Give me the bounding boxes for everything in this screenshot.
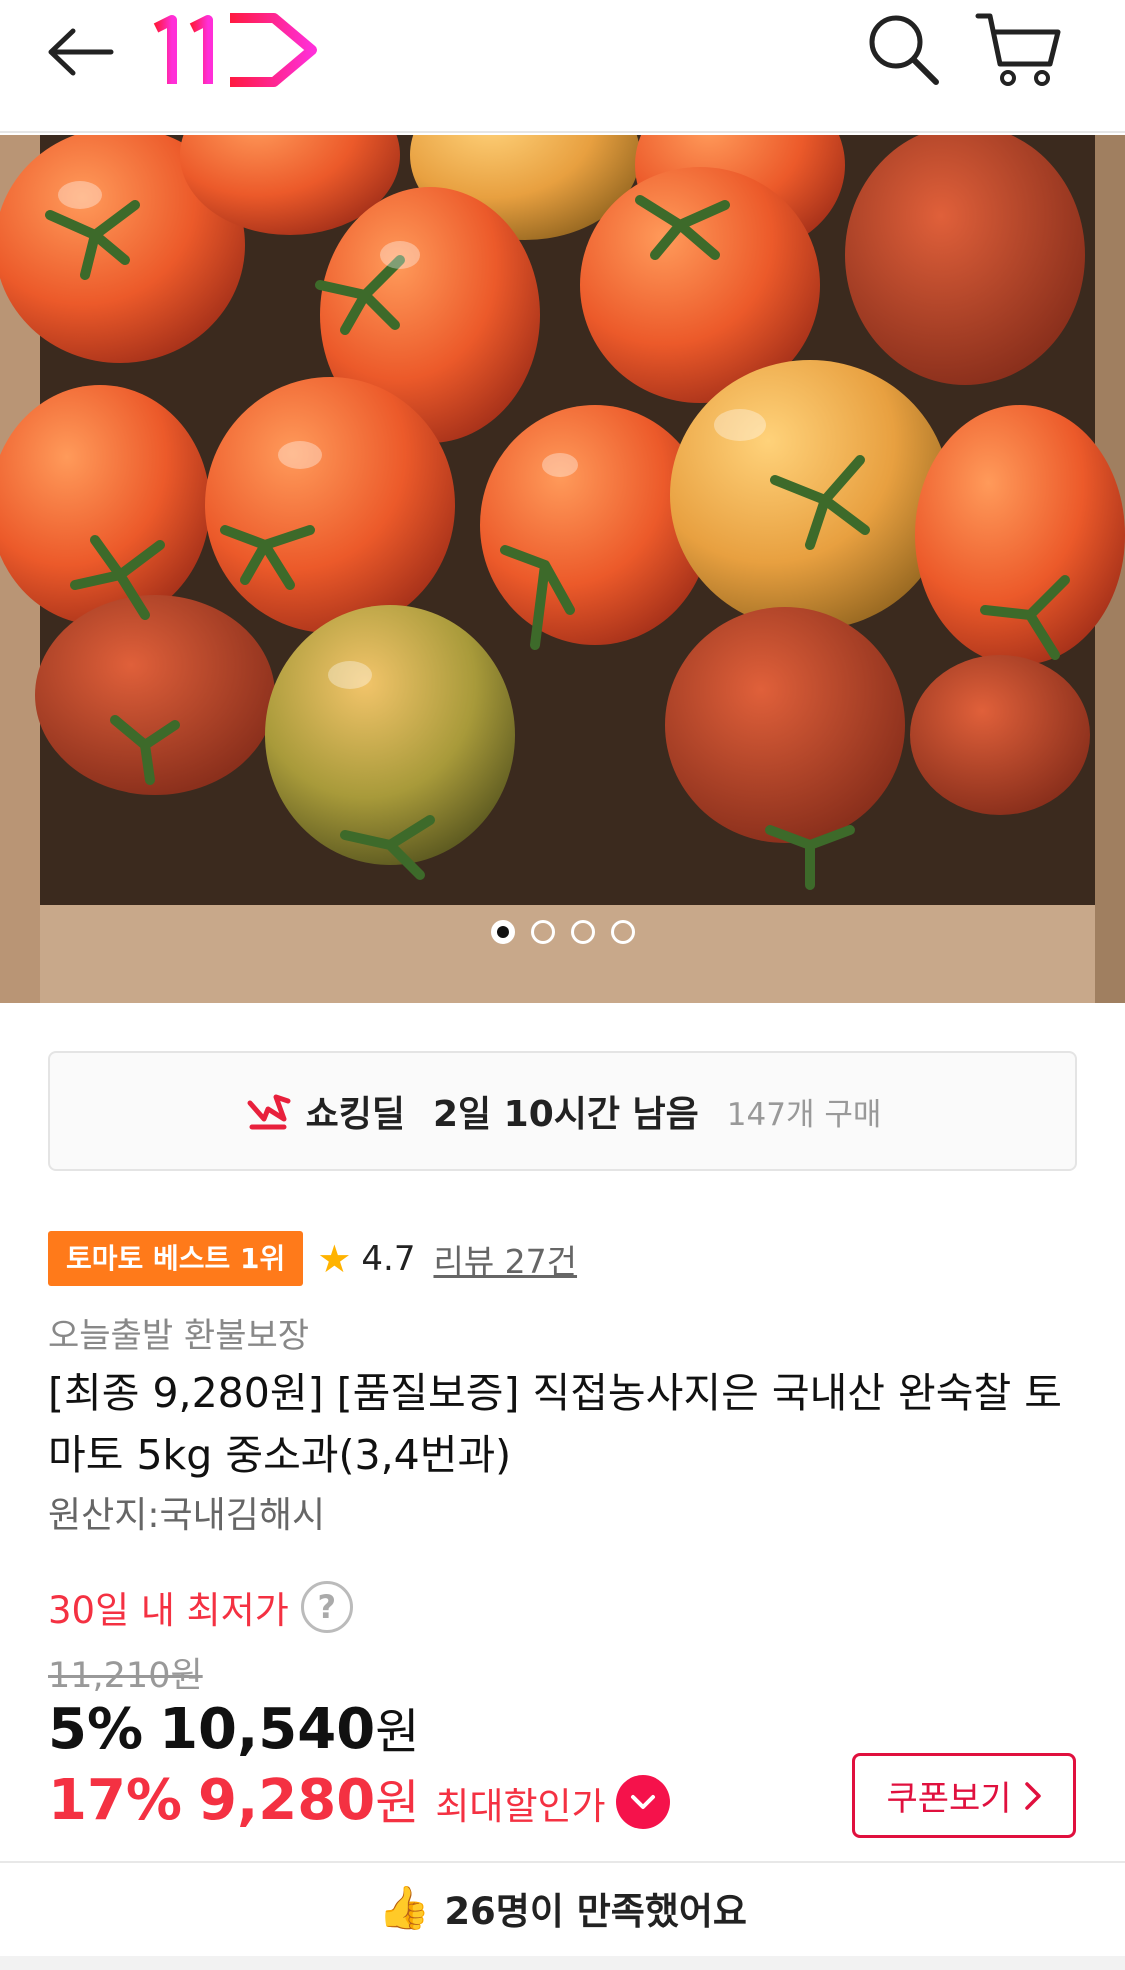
bottom-divider bbox=[0, 1956, 1125, 1970]
lowest-price-row: 30일 내 최저가 ? bbox=[48, 1580, 353, 1634]
badge-rating-row: 토마토 베스트 1위 ★ 4.7 리뷰 27건 bbox=[48, 1231, 577, 1286]
currency-unit: 원 bbox=[375, 1775, 420, 1831]
satisfaction-banner[interactable]: 👍 26명이 만족했어요 bbox=[0, 1863, 1125, 1953]
search-button[interactable] bbox=[862, 8, 944, 88]
rating-value: 4.7 bbox=[361, 1238, 416, 1279]
sale-discount-percent: 5% bbox=[48, 1697, 144, 1762]
pagination-dot[interactable] bbox=[570, 920, 595, 944]
purchase-count: 147개 구매 bbox=[726, 1096, 882, 1133]
best-rank-badge[interactable]: 토마토 베스트 1위 bbox=[48, 1231, 304, 1286]
pagination-dot[interactable] bbox=[530, 920, 555, 944]
product-origin: 원산지:국내김해시 bbox=[48, 1495, 326, 1536]
lowest-price-label: 30일 내 최저가 bbox=[48, 1589, 289, 1632]
max-discount-label: 최대할인가 bbox=[435, 1785, 606, 1828]
pagination-dot[interactable] bbox=[490, 920, 515, 944]
shocking-deal-banner[interactable]: 쇼킹딜 2일 10시간 남음 147개 구매 bbox=[48, 1051, 1077, 1171]
logo-11st-icon bbox=[153, 13, 317, 87]
sale-price-row: 5% 10,540 원 bbox=[48, 1692, 419, 1762]
cart-button[interactable] bbox=[974, 8, 1064, 88]
star-icon: ★ bbox=[317, 1236, 352, 1281]
original-price: 11,210원 bbox=[48, 1656, 203, 1696]
review-count-link[interactable]: 리뷰 27건 bbox=[433, 1235, 577, 1283]
help-icon[interactable]: ? bbox=[300, 1581, 353, 1633]
thumbs-up-icon: 👍 bbox=[378, 1883, 431, 1932]
currency-unit: 원 bbox=[375, 1704, 420, 1760]
final-discount-percent: 17% bbox=[48, 1768, 183, 1833]
back-button[interactable] bbox=[40, 16, 120, 88]
shocking-deal-icon bbox=[247, 1094, 291, 1130]
image-pagination[interactable] bbox=[0, 917, 1125, 947]
cart-icon bbox=[975, 13, 1061, 86]
satisfaction-text: 26명이 만족했어요 bbox=[444, 1890, 747, 1933]
chevron-right-icon bbox=[1024, 1781, 1041, 1810]
sale-price: 10,540 bbox=[159, 1697, 376, 1762]
brand-logo[interactable] bbox=[152, 8, 324, 88]
deal-time-left: 2일 10시간 남음 bbox=[432, 1094, 699, 1135]
view-coupon-button[interactable]: 쿠폰보기 bbox=[852, 1753, 1076, 1838]
coupon-button-label: 쿠폰보기 bbox=[886, 1779, 1012, 1819]
arrow-left-icon bbox=[48, 28, 114, 76]
max-discount-toggle[interactable] bbox=[615, 1775, 670, 1829]
product-image[interactable] bbox=[0, 135, 1125, 1003]
final-price-row: 17% 9,280 원 최대할인가 bbox=[48, 1763, 670, 1833]
final-price: 9,280 bbox=[198, 1768, 376, 1833]
chevron-down-icon bbox=[630, 1795, 655, 1809]
delivery-tags: 오늘출발 환불보장 bbox=[48, 1316, 310, 1356]
deal-label: 쇼킹딜 bbox=[305, 1094, 405, 1135]
tomato-photo bbox=[0, 135, 1125, 1003]
pagination-dot[interactable] bbox=[610, 920, 635, 944]
top-app-bar bbox=[0, 0, 1125, 133]
search-icon bbox=[869, 15, 939, 85]
product-title: [최종 9,280원] [품질보증] 직접농사지은 국내산 완숙찰 토마토 5k… bbox=[48, 1369, 1062, 1479]
